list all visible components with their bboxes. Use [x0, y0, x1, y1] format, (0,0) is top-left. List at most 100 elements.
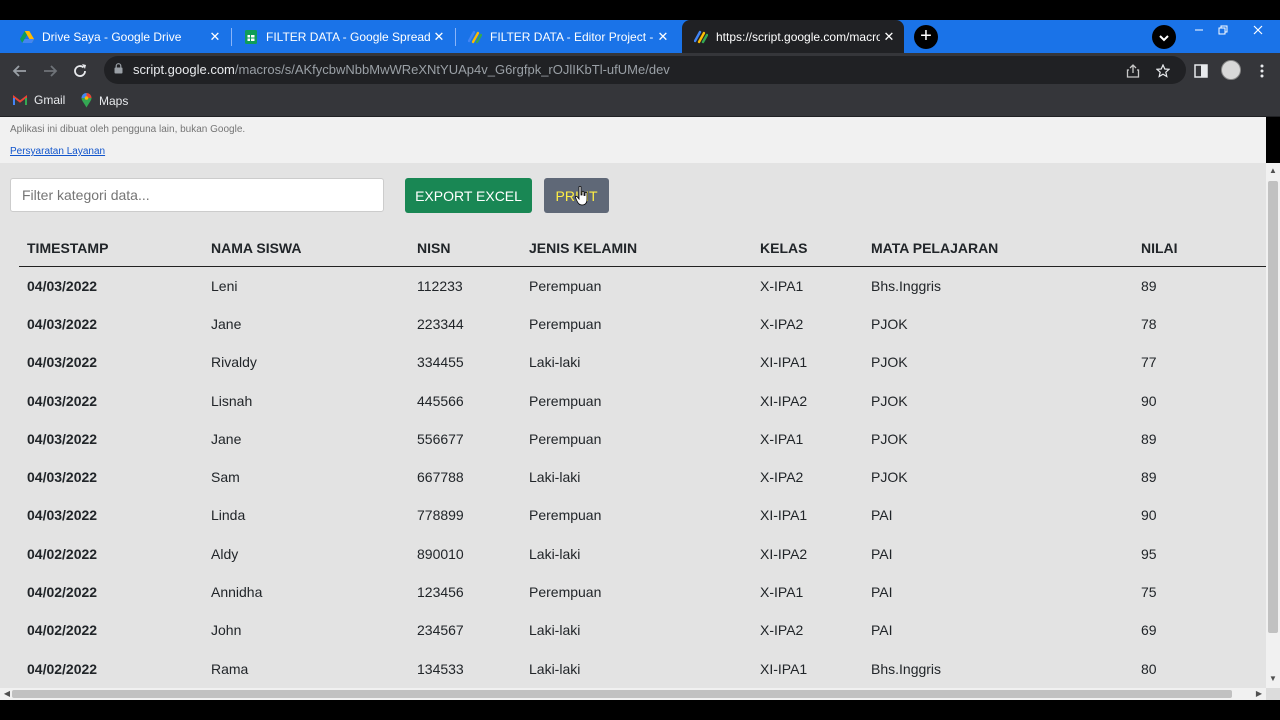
close-tab-icon[interactable]: ✕ — [430, 29, 448, 45]
bookmark-gmail[interactable]: Gmail — [13, 93, 65, 107]
back-button[interactable] — [7, 57, 33, 83]
cell-nilai: 77 — [1141, 354, 1157, 371]
profile-avatar[interactable] — [1221, 60, 1241, 80]
cell-nama-siswa: Rivaldy — [211, 354, 257, 371]
cell-nilai: 89 — [1141, 430, 1157, 447]
cell-mata-pelajaran: PJOK — [871, 430, 908, 447]
forward-button[interactable] — [37, 57, 63, 83]
tab-search-button[interactable] — [1152, 25, 1176, 49]
chevron-down-icon — [1159, 35, 1169, 42]
cell-nisn: 223344 — [417, 315, 464, 332]
url-text: script.google.com/macros/s/AKfycbwNbbMwW… — [133, 62, 670, 77]
cell-timestamp: 04/03/2022 — [27, 507, 98, 524]
cell-mata-pelajaran: PAI — [871, 584, 893, 601]
screen-top-bar — [0, 0, 1280, 20]
cell-mata-pelajaran: Bhs.Inggris — [871, 660, 942, 677]
scroll-right-arrow-icon[interactable]: ▶ — [1252, 689, 1266, 698]
url-host: script.google.com — [133, 62, 235, 77]
cell-nama-siswa: Annidha — [211, 584, 263, 601]
horizontal-scroll-thumb[interactable] — [12, 690, 1232, 698]
terms-of-service-link[interactable]: Persyaratan Layanan — [10, 146, 105, 157]
cell-timestamp: 04/02/2022 — [27, 622, 98, 639]
table-body: 04/03/2022 Leni 112233 Perempuan X-IPA1 Bhs.I… — [19, 266, 1266, 688]
bookmark-maps[interactable]: Maps — [81, 93, 128, 108]
cell-kelas: XI-IPA1 — [760, 660, 808, 677]
cell-kelas: X-IPA1 — [760, 277, 804, 294]
apps-script-notice: Aplikasi ini dibuat oleh pengguna lain, … — [10, 124, 246, 135]
column-header-kelas: KELAS — [752, 230, 863, 267]
cell-nisn: 134533 — [417, 660, 464, 677]
address-bar[interactable]: script.google.com/macros/s/AKfycbwNbbMwW… — [104, 56, 1186, 84]
table-row: 04/03/2022 Linda 778899 Perempuan XI-IPA1 PAI… — [19, 496, 1266, 534]
menu-button[interactable] — [1249, 57, 1275, 83]
cell-jenis-kelamin: Perempuan — [529, 277, 602, 294]
cell-nisn: 112233 — [417, 277, 463, 294]
cell-nama-siswa: Lisnah — [211, 392, 253, 409]
vertical-scrollbar[interactable]: ▲ ▼ — [1266, 163, 1280, 688]
restore-window-button[interactable] — [1208, 20, 1238, 44]
tab-strip: Drive Saya - Google Drive ✕ FILTER DATA … — [0, 20, 1280, 53]
close-tab-icon[interactable]: ✕ — [206, 29, 224, 45]
tab-google-sheets[interactable]: FILTER DATA - Google Spreadsheet ✕ — [232, 20, 454, 53]
close-window-button[interactable] — [1243, 20, 1273, 44]
reload-icon — [74, 63, 86, 77]
cell-nisn: 234567 — [417, 622, 464, 639]
side-panel-button[interactable] — [1188, 57, 1214, 83]
cell-kelas: XI-IPA1 — [760, 507, 808, 524]
cell-timestamp: 04/03/2022 — [27, 277, 98, 294]
filter-input[interactable] — [10, 178, 384, 212]
cell-nama-siswa: Jane — [211, 315, 242, 332]
cell-nama-siswa: Linda — [211, 507, 246, 524]
cell-nama-siswa: Jane — [211, 430, 242, 447]
cell-nisn: 890010 — [417, 545, 464, 562]
column-header-nama-siswa: NAMA SISWA — [203, 230, 409, 267]
close-tab-icon[interactable]: ✕ — [880, 29, 898, 45]
horizontal-scrollbar[interactable]: ◀ ▶ — [0, 688, 1266, 700]
tab-title: FILTER DATA - Google Spreadsheet — [266, 29, 430, 44]
minimize-icon — [1195, 29, 1203, 31]
google-sheets-icon — [244, 29, 258, 44]
cell-mata-pelajaran: PJOK — [871, 354, 908, 371]
new-tab-button[interactable]: + — [914, 25, 938, 49]
cell-nilai: 90 — [1141, 392, 1157, 409]
table-row: 04/03/2022 Rivaldy 334455 Laki-laki XI-IPA1 P… — [19, 343, 1266, 381]
share-icon[interactable] — [1123, 60, 1143, 80]
vertical-scroll-thumb[interactable] — [1268, 181, 1278, 633]
reload-button[interactable] — [67, 57, 93, 83]
cell-mata-pelajaran: PJOK — [871, 315, 908, 332]
cell-timestamp: 04/03/2022 — [27, 392, 98, 409]
bookmark-star-icon[interactable] — [1153, 60, 1173, 80]
data-table: TIMESTAMP NAMA SISWA NISN JENIS KELAMIN … — [19, 230, 1266, 688]
cell-nama-siswa: Aldy — [211, 545, 239, 562]
cell-kelas: XI-IPA2 — [760, 392, 808, 409]
tab-script-web-app[interactable]: https://script.google.com/macros/s/AKfyc… — [682, 20, 904, 53]
cell-kelas: X-IPA2 — [760, 622, 804, 639]
maps-icon — [81, 93, 92, 108]
tab-google-drive[interactable]: Drive Saya - Google Drive ✕ — [8, 20, 230, 53]
tab-apps-script-editor[interactable]: FILTER DATA - Editor Project - Apps Scri… — [456, 20, 678, 53]
browser-toolbar: script.google.com/macros/s/AKfycbwNbbMwW… — [0, 53, 1280, 87]
scroll-up-arrow-icon[interactable]: ▲ — [1266, 166, 1280, 175]
cell-jenis-kelamin: Perempuan — [529, 430, 602, 447]
cell-jenis-kelamin: Laki-laki — [529, 660, 581, 677]
table-row: 04/03/2022 Jane 556677 Perempuan X-IPA1 PJOK 8… — [19, 420, 1266, 458]
cell-jenis-kelamin: Laki-laki — [529, 469, 581, 486]
export-excel-button[interactable]: EXPORT EXCEL — [405, 178, 532, 213]
scrollbar-corner — [1266, 688, 1280, 700]
column-header-nilai: NILAI — [1133, 230, 1266, 267]
cell-mata-pelajaran: Bhs.Inggris — [871, 277, 942, 294]
cell-kelas: XI-IPA1 — [760, 354, 808, 371]
cell-nilai: 89 — [1141, 469, 1157, 486]
close-tab-icon[interactable]: ✕ — [654, 29, 672, 45]
scroll-down-arrow-icon[interactable]: ▼ — [1266, 674, 1280, 683]
cell-timestamp: 04/03/2022 — [27, 315, 98, 332]
cell-jenis-kelamin: Laki-laki — [529, 545, 581, 562]
cell-jenis-kelamin: Perempuan — [529, 392, 602, 409]
cell-nisn: 778899 — [417, 507, 464, 524]
column-header-mata-pelajaran: MATA PELAJARAN — [863, 230, 1133, 267]
cell-mata-pelajaran: PAI — [871, 622, 893, 639]
cell-nilai: 95 — [1141, 545, 1157, 562]
app-container: EXPORT EXCEL PRINT TIMESTAMP NAMA SISWA … — [0, 163, 1266, 688]
page-content: Aplikasi ini dibuat oleh pengguna lain, … — [0, 117, 1266, 688]
cell-kelas: X-IPA2 — [760, 469, 804, 486]
